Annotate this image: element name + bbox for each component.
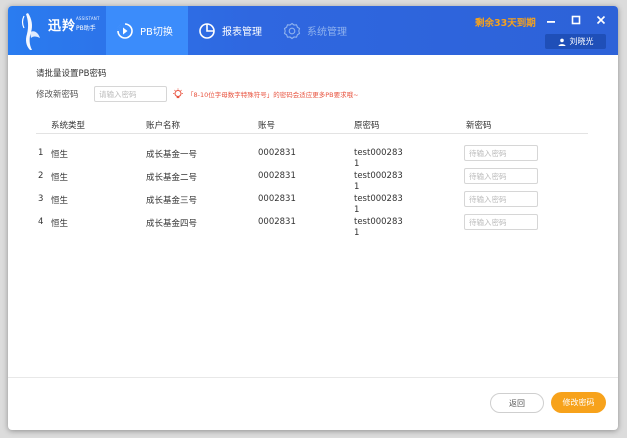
maximize-button[interactable] (567, 12, 585, 28)
original-password: test0002831 (354, 171, 403, 192)
column-header: 原密码 (354, 121, 380, 131)
account-number: 0002831 (258, 194, 296, 204)
table-row: 3 恒生 成长基金三号 0002831 test0002831 (36, 191, 588, 215)
row-index: 2 (38, 171, 44, 181)
original-password: test0002831 (354, 194, 403, 215)
expire-notice: 剩余33天到期 (475, 18, 536, 29)
section-title: 请批量设置PB密码 (36, 69, 107, 79)
new-password-input[interactable] (464, 145, 538, 161)
close-button[interactable] (592, 12, 610, 28)
new-password-input[interactable] (464, 191, 538, 207)
original-password: test0002831 (354, 148, 403, 169)
new-password-input[interactable] (464, 168, 538, 184)
logo-subtitle: PB助手 (76, 25, 96, 32)
batch-password-row: 修改新密码 「8-10位字母数字特殊符号」的密码会适应更多PB要求哦~ (36, 86, 359, 102)
account-name: 成长基金一号 (146, 150, 198, 160)
pb-switch-icon (117, 22, 133, 39)
minimize-icon (547, 21, 555, 23)
row-index: 4 (38, 217, 44, 227)
back-button[interactable]: 返回 (490, 393, 544, 413)
tab-report-label: 报表管理 (222, 27, 262, 38)
tab-pb-label: PB切换 (140, 27, 173, 38)
system-type: 恒生 (51, 196, 69, 206)
footer-divider (8, 377, 618, 378)
account-number: 0002831 (258, 148, 296, 158)
table-row: 4 恒生 成长基金四号 0002831 test0002831 (36, 214, 588, 238)
logo-text: 迅羚 (48, 19, 77, 34)
table-row: 2 恒生 成长基金二号 0002831 test0002831 (36, 168, 588, 192)
new-password-input[interactable] (464, 214, 538, 230)
account-name: 成长基金二号 (146, 173, 198, 183)
app-logo: 迅羚 ASSISTANT PB助手 (18, 6, 112, 55)
modify-password-label: 修改新密码 (36, 90, 79, 100)
lightbulb-icon (173, 88, 183, 99)
column-header: 系统类型 (51, 121, 86, 131)
gear-icon (283, 22, 301, 39)
logo-english: ASSISTANT (76, 16, 100, 21)
close-icon (596, 15, 606, 25)
account-name: 成长基金三号 (146, 196, 198, 206)
account-number: 0002831 (258, 217, 296, 227)
row-index: 1 (38, 148, 44, 158)
antelope-logo-icon (21, 13, 40, 50)
column-header: 新密码 (466, 121, 492, 131)
header-bar: 迅羚 ASSISTANT PB助手 PB切换 报表管理 系统管理 剩余33天到期… (8, 6, 618, 55)
tab-system-label: 系统管理 (307, 27, 347, 38)
account-name: 成长基金四号 (146, 219, 198, 229)
tab-report[interactable]: 报表管理 (196, 6, 280, 55)
tab-pb-switch[interactable]: PB切换 (106, 6, 188, 55)
system-type: 恒生 (51, 173, 69, 183)
modify-password-button[interactable]: 修改密码 (551, 392, 606, 413)
app-window: 迅羚 ASSISTANT PB助手 PB切换 报表管理 系统管理 剩余33天到期… (8, 6, 618, 430)
pie-chart-icon (199, 22, 215, 39)
original-password: test0002831 (354, 217, 403, 238)
batch-password-input[interactable] (94, 86, 167, 102)
account-number: 0002831 (258, 171, 296, 181)
user-icon (558, 38, 565, 46)
column-header: 账户名称 (146, 121, 181, 131)
tab-system[interactable]: 系统管理 (281, 6, 361, 55)
system-type: 恒生 (51, 219, 69, 229)
row-index: 3 (38, 194, 44, 204)
table-row: 1 恒生 成长基金一号 0002831 test0002831 (36, 145, 588, 169)
user-badge[interactable]: 刘晓光 (545, 34, 606, 49)
system-type: 恒生 (51, 150, 69, 160)
password-hint: 「8-10位字母数字特殊符号」的密码会适应更多PB要求哦~ (187, 91, 359, 99)
minimize-button[interactable] (542, 12, 560, 28)
table-header: 系统类型 账户名称 账号 原密码 新密码 (36, 116, 588, 134)
column-header: 账号 (258, 121, 276, 131)
maximize-icon (571, 15, 581, 25)
user-name: 刘晓光 (569, 37, 594, 46)
